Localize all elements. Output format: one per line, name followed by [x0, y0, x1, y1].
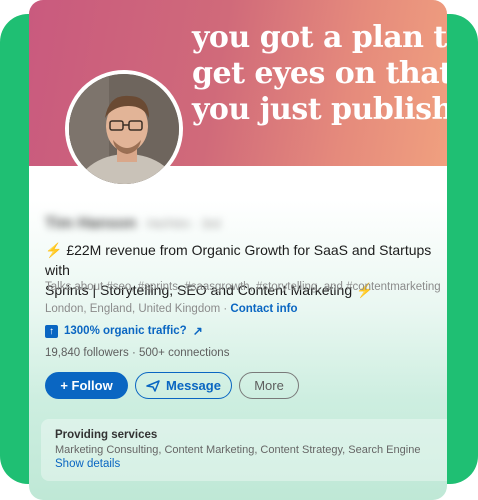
external-link-icon: ↗ [192, 324, 203, 338]
banner-line-2: get eyes on that [192, 56, 447, 91]
services-title: Providing services [55, 429, 158, 441]
follow-button[interactable]: + Follow [45, 372, 128, 399]
avatar-portrait [69, 74, 179, 184]
profile-name-suffix: He/Him · 3rd [146, 216, 221, 231]
traffic-link-row[interactable]: ↑ 1300% organic traffic? ↗ [45, 324, 203, 338]
avatar[interactable] [65, 70, 183, 188]
headline-part-1: £22M revenue from Organic Growth for Saa… [45, 242, 432, 278]
location-row: London, England, United Kingdom · Contac… [45, 303, 298, 315]
services-list: Marketing Consulting, Content Marketing,… [55, 444, 421, 456]
profile-name-blurred: Tim Hanson He/Him · 3rd [45, 215, 220, 235]
contact-info-link[interactable]: Contact info [230, 303, 297, 315]
profile-name: Tim Hanson [45, 215, 137, 232]
follow-label: + Follow [60, 378, 113, 393]
followers-row: 19,840 followers · 500+ connections [45, 347, 230, 359]
screenshot-frame: you got a plan to get eyes on that you j… [0, 0, 478, 500]
connections-count[interactable]: 500+ connections [139, 347, 229, 359]
banner-line-3: you just publish [192, 92, 447, 127]
followers-count[interactable]: 19,840 followers [45, 347, 129, 359]
location-text: London, England, United Kingdom [45, 303, 221, 315]
services-box: Providing services Marketing Consulting,… [41, 419, 447, 481]
lightning-icon: ⚡ [45, 242, 63, 258]
talks-about: Talks about #seo, #sprints, #saasgrowth,… [45, 281, 441, 293]
show-details-link[interactable]: Show details [55, 458, 447, 470]
banner-line-1: you got a plan to [192, 20, 447, 55]
avatar-photo [69, 74, 179, 184]
message-label: Message [166, 378, 221, 393]
more-button[interactable]: More [239, 372, 299, 399]
arrow-up-icon: ↑ [45, 324, 58, 338]
profile-card: you got a plan to get eyes on that you j… [29, 0, 447, 500]
traffic-link[interactable]: 1300% organic traffic? [64, 325, 187, 337]
send-icon [146, 379, 160, 392]
message-button[interactable]: Message [135, 372, 232, 399]
banner-text: you got a plan to get eyes on that you j… [192, 20, 447, 128]
more-label: More [254, 378, 284, 393]
